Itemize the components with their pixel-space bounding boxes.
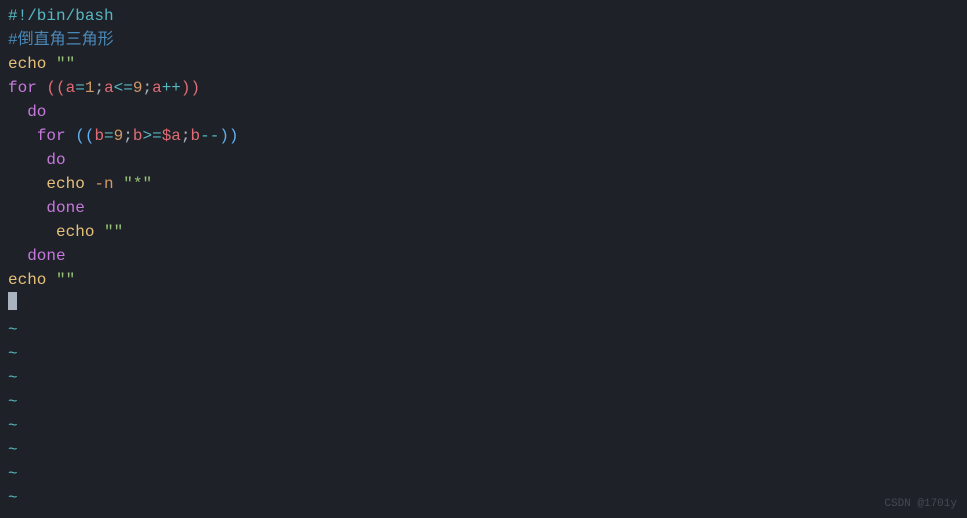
paren-close: )) [181, 79, 200, 97]
operator-decrement: -- [200, 127, 219, 145]
space [37, 79, 47, 97]
operator-assign: = [104, 127, 114, 145]
space [46, 55, 56, 73]
cursor-block [8, 292, 17, 310]
operator-le: <= [114, 79, 133, 97]
paren-open: (( [75, 127, 94, 145]
string-literal: "*" [123, 175, 152, 193]
keyword-echo: echo [8, 271, 46, 289]
semicolon: ; [123, 127, 133, 145]
number-literal: 1 [85, 79, 95, 97]
empty-line-tilde: ~ [8, 438, 959, 462]
indent [8, 199, 46, 217]
keyword-do: do [27, 103, 46, 121]
tilde-marker: ~ [8, 369, 18, 387]
semicolon: ; [181, 127, 191, 145]
code-line-5: do [8, 100, 959, 124]
code-line-12: echo "" [8, 268, 959, 292]
tilde-marker: ~ [8, 489, 18, 507]
code-line-1: #!/bin/bash [8, 4, 959, 28]
code-line-2: #倒直角三角形 [8, 28, 959, 52]
indent [8, 103, 27, 121]
keyword-for: for [37, 127, 66, 145]
vim-editor[interactable]: #!/bin/bash #倒直角三角形 echo "" for ((a=1;a<… [8, 4, 959, 514]
empty-line-tilde: ~ [8, 390, 959, 414]
string-literal: "" [56, 55, 75, 73]
tilde-marker: ~ [8, 393, 18, 411]
indent [8, 175, 46, 193]
tilde-marker: ~ [8, 417, 18, 435]
space [66, 127, 76, 145]
space [114, 175, 124, 193]
variable-a: a [104, 79, 114, 97]
variable-a: a [152, 79, 162, 97]
watermark-text: CSDN @1701y [884, 496, 957, 513]
code-line-11: done [8, 244, 959, 268]
paren-open: (( [46, 79, 65, 97]
keyword-done: done [27, 247, 65, 265]
tilde-marker: ~ [8, 321, 18, 339]
variable-b: b [94, 127, 104, 145]
keyword-echo: echo [8, 55, 46, 73]
keyword-echo: echo [56, 223, 94, 241]
variable-a: a [66, 79, 76, 97]
keyword-echo: echo [46, 175, 84, 193]
indent [8, 247, 27, 265]
operator-increment: ++ [162, 79, 181, 97]
space [46, 271, 56, 289]
code-line-8: echo -n "*" [8, 172, 959, 196]
indent [8, 127, 37, 145]
indent [8, 151, 46, 169]
space [85, 175, 95, 193]
code-line-4: for ((a=1;a<=9;a++)) [8, 76, 959, 100]
keyword-do: do [46, 151, 65, 169]
operator-ge: >= [142, 127, 161, 145]
tilde-marker: ~ [8, 345, 18, 363]
tilde-marker: ~ [8, 465, 18, 483]
paren-close: )) [219, 127, 238, 145]
semicolon: ; [142, 79, 152, 97]
code-line-10: echo "" [8, 220, 959, 244]
string-literal: "" [56, 271, 75, 289]
keyword-for: for [8, 79, 37, 97]
shebang: #!/bin/bash [8, 7, 114, 25]
dollar-variable: $a [162, 127, 181, 145]
empty-line-tilde: ~ [8, 414, 959, 438]
code-line-6: for ((b=9;b>=$a;b--)) [8, 124, 959, 148]
comment-prefix: # [8, 31, 18, 49]
number-literal: 9 [114, 127, 124, 145]
empty-line-tilde: ~ [8, 342, 959, 366]
code-line-cursor [8, 292, 959, 318]
semicolon: ; [94, 79, 104, 97]
indent [8, 223, 56, 241]
code-line-3: echo "" [8, 52, 959, 76]
tilde-marker: ~ [8, 441, 18, 459]
empty-line-tilde: ~ [8, 318, 959, 342]
code-line-9: done [8, 196, 959, 220]
string-literal: "" [104, 223, 123, 241]
variable-b: b [191, 127, 201, 145]
keyword-done: done [46, 199, 84, 217]
code-line-7: do [8, 148, 959, 172]
empty-line-tilde: ~ [8, 366, 959, 390]
empty-line-tilde: ~ [8, 462, 959, 486]
comment-text: 倒直角三角形 [18, 31, 114, 49]
empty-line-tilde: ~ [8, 486, 959, 510]
flag-n: -n [94, 175, 113, 193]
operator-assign: = [75, 79, 85, 97]
space [94, 223, 104, 241]
